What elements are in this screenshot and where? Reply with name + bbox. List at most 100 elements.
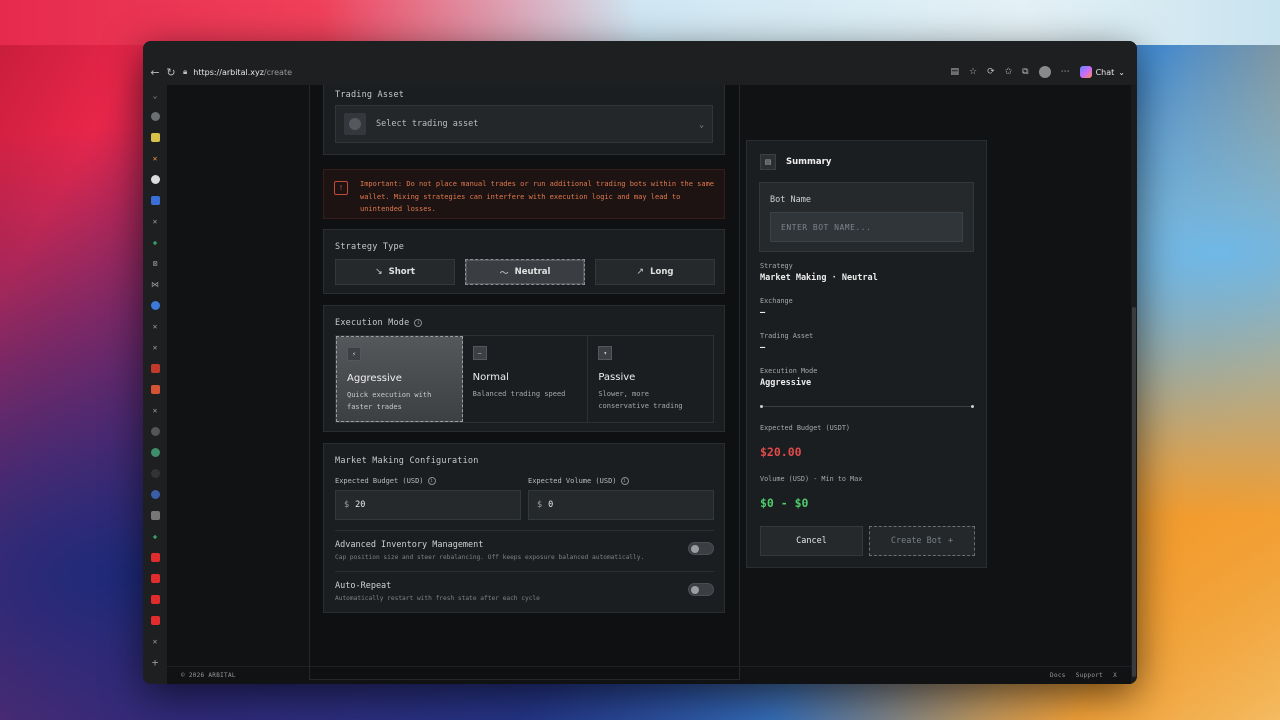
summary-mode-label: Execution Mode — [760, 367, 818, 375]
info-icon[interactable]: i — [414, 319, 423, 327]
sidebar-app-icon[interactable] — [150, 467, 160, 480]
sidebar-app-icon[interactable] — [150, 446, 160, 459]
sidebar-x-icon[interactable]: ✕ — [150, 320, 160, 333]
profile-avatar[interactable] — [1038, 66, 1051, 78]
mode-aggressive-card[interactable]: ⚡ Aggressive Quick execution with faster… — [336, 336, 463, 422]
mode-normal-card[interactable]: – Normal Balanced trading speed — [463, 336, 589, 422]
summary-mode-value: Aggressive — [760, 378, 812, 388]
chevron-down-icon[interactable]: ⌄ — [150, 89, 160, 102]
footer-link-docs[interactable]: Docs — [1050, 672, 1066, 679]
currency-symbol: $ — [344, 500, 350, 510]
sidebar-youtube-icon[interactable] — [150, 551, 160, 564]
plus-icon: + — [948, 536, 954, 546]
strategy-type-label: Strategy Type — [335, 242, 405, 252]
sidebar-app-icon[interactable]: ⊠ — [150, 257, 160, 270]
budget-label-text: Expected Budget (USD) — [335, 477, 424, 485]
sidebar-x-icon[interactable]: ✕ — [150, 635, 160, 648]
sidebar-app-icon[interactable]: ✕ — [150, 152, 160, 165]
copilot-icon — [1079, 66, 1092, 78]
divider — [335, 530, 714, 531]
budget-input[interactable]: $ 20 — [335, 490, 521, 520]
back-button[interactable]: ← — [147, 64, 163, 80]
create-form: Trading Asset Select trading asset ⌄ ! I… — [309, 85, 740, 680]
strategy-long-button[interactable]: ↗ Long — [595, 259, 715, 285]
auto-repeat-toggle[interactable] — [688, 583, 714, 596]
reader-icon[interactable]: ▤ — [950, 67, 959, 77]
reload-button[interactable]: ↻ — [163, 64, 179, 80]
mode-normal-title: Normal — [472, 372, 509, 383]
sidebar-app-icon[interactable] — [150, 383, 160, 396]
sidebar-app-icon[interactable] — [150, 173, 160, 186]
mode-passive-card[interactable]: ▾ Passive Slower, more conservative trad… — [588, 336, 713, 422]
trading-asset-select[interactable]: Select trading asset ⌄ — [335, 105, 713, 143]
create-bot-button[interactable]: Create Bot + — [869, 526, 975, 556]
url-host: https://arbital.xyz — [193, 67, 264, 77]
cancel-button[interactable]: Cancel — [760, 526, 863, 556]
execution-mode-panel: Execution Mode i ⚡ Aggressive Quick exec… — [323, 305, 725, 432]
sidebar-app-icon[interactable] — [150, 509, 160, 522]
sidebar-app-icon[interactable] — [150, 488, 160, 501]
info-icon[interactable]: i — [620, 477, 629, 485]
summary-mode: Execution Mode Aggressive — [760, 367, 817, 388]
summary-volume-value: $0 - $0 — [760, 496, 809, 510]
info-icon[interactable]: i — [427, 477, 436, 485]
trading-asset-label: Trading Asset — [335, 90, 405, 100]
page-scrollbar[interactable] — [1131, 85, 1137, 684]
favorite-star-icon[interactable]: ☆ — [969, 67, 977, 77]
sidebar-x-icon[interactable]: ✕ — [150, 215, 160, 228]
chat-label: Chat — [1095, 67, 1115, 77]
sidebar-app-icon[interactable] — [150, 110, 160, 123]
summary-header: ▤ Summary — [760, 154, 831, 170]
address-bar[interactable]: 🔒︎ https://arbital.xyz/create — [183, 63, 292, 81]
sidebar-app-icon[interactable]: ✚ — [150, 530, 160, 543]
sidebar-youtube-icon[interactable] — [150, 593, 160, 606]
sidebar-app-icon[interactable] — [150, 131, 160, 144]
alert-icon: ! — [334, 181, 348, 195]
budget-field: Expected Budget (USD) i $ 20 — [335, 477, 521, 520]
strategy-neutral-button[interactable]: 〜 Neutral — [465, 259, 585, 285]
favorites-icon[interactable]: ✩ — [1005, 67, 1013, 77]
extensions-icon[interactable]: ⧉ — [1022, 67, 1028, 77]
sidebar-app-icon[interactable]: ✚ — [150, 236, 160, 249]
desktop-wallpaper-top — [0, 0, 1280, 45]
summary-budget-label: Expected Budget (USDT) — [760, 424, 851, 432]
execution-mode-header: Execution Mode i — [335, 318, 423, 328]
sidebar-x-icon[interactable]: ✕ — [150, 341, 160, 354]
page-footer: © 2026 ARBITAL Docs Support X — [167, 666, 1131, 684]
strategy-type-panel: Strategy Type ↘ Short 〜 Neutral ↗ Long — [323, 229, 725, 294]
lock-icon: 🔒︎ — [183, 67, 188, 76]
sidebar-x-icon[interactable]: ✕ — [150, 404, 160, 417]
lightning-icon: ⚡ — [347, 347, 361, 361]
strategy-short-label: Short — [388, 267, 415, 277]
sidebar-youtube-icon[interactable] — [150, 572, 160, 585]
copyright: © 2026 ARBITAL — [181, 672, 236, 679]
summary-exchange: Exchange — — [760, 297, 793, 318]
url-path: /create — [263, 67, 292, 77]
bot-name-input[interactable]: ENTER BOT NAME... — [770, 212, 963, 242]
chat-button[interactable]: Chat ⌄ — [1079, 66, 1125, 78]
footer-link-x[interactable]: X — [1113, 672, 1117, 679]
footer-link-support[interactable]: Support — [1076, 672, 1103, 679]
sidebar-app-icon[interactable] — [150, 299, 160, 312]
volume-field-label: Expected Volume (USD) i — [528, 477, 714, 485]
advanced-inventory-desc: Cap position size and steer rebalancing.… — [335, 554, 645, 561]
summary-asset: Trading Asset — — [760, 332, 813, 353]
refresh-page-icon[interactable]: ⟳ — [987, 67, 995, 77]
strategy-neutral-label: Neutral — [514, 267, 551, 277]
strategy-short-button[interactable]: ↘ Short — [335, 259, 455, 285]
mode-aggressive-desc: Quick execution with faster trades — [347, 391, 432, 411]
execution-mode-options: ⚡ Aggressive Quick execution with faster… — [335, 335, 714, 423]
sidebar-app-icon[interactable] — [150, 425, 160, 438]
add-icon[interactable]: + — [150, 656, 160, 669]
sidebar-app-icon[interactable]: ⋈ — [150, 278, 160, 291]
summary-budget: Expected Budget (USDT) $20.00 — [760, 424, 850, 459]
mode-aggressive-title: Aggressive — [347, 373, 402, 384]
more-icon[interactable]: ⋯ — [1061, 67, 1070, 77]
sidebar-app-icon[interactable] — [150, 362, 160, 375]
sidebar-youtube-icon[interactable] — [150, 614, 160, 627]
scroll-thumb[interactable] — [1132, 307, 1136, 677]
advanced-inventory-toggle[interactable] — [688, 542, 714, 555]
volume-input[interactable]: $ 0 — [528, 490, 714, 520]
volume-field: Expected Volume (USD) i $ 0 — [528, 477, 714, 520]
sidebar-app-icon[interactable] — [150, 194, 160, 207]
